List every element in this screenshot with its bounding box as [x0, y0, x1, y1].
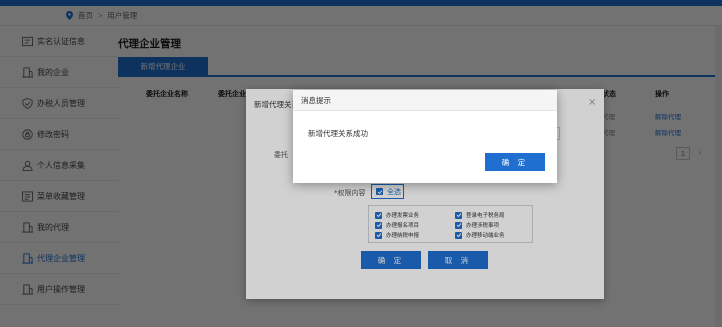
message-dialog-header: 消息提示: [293, 90, 557, 111]
message-ok-button[interactable]: 确 定: [485, 153, 545, 171]
message-dialog: 消息提示 新增代理关系成功 确 定: [293, 90, 557, 183]
success-message: 新增代理关系成功: [308, 129, 368, 138]
message-dialog-title: 消息提示: [301, 95, 331, 105]
